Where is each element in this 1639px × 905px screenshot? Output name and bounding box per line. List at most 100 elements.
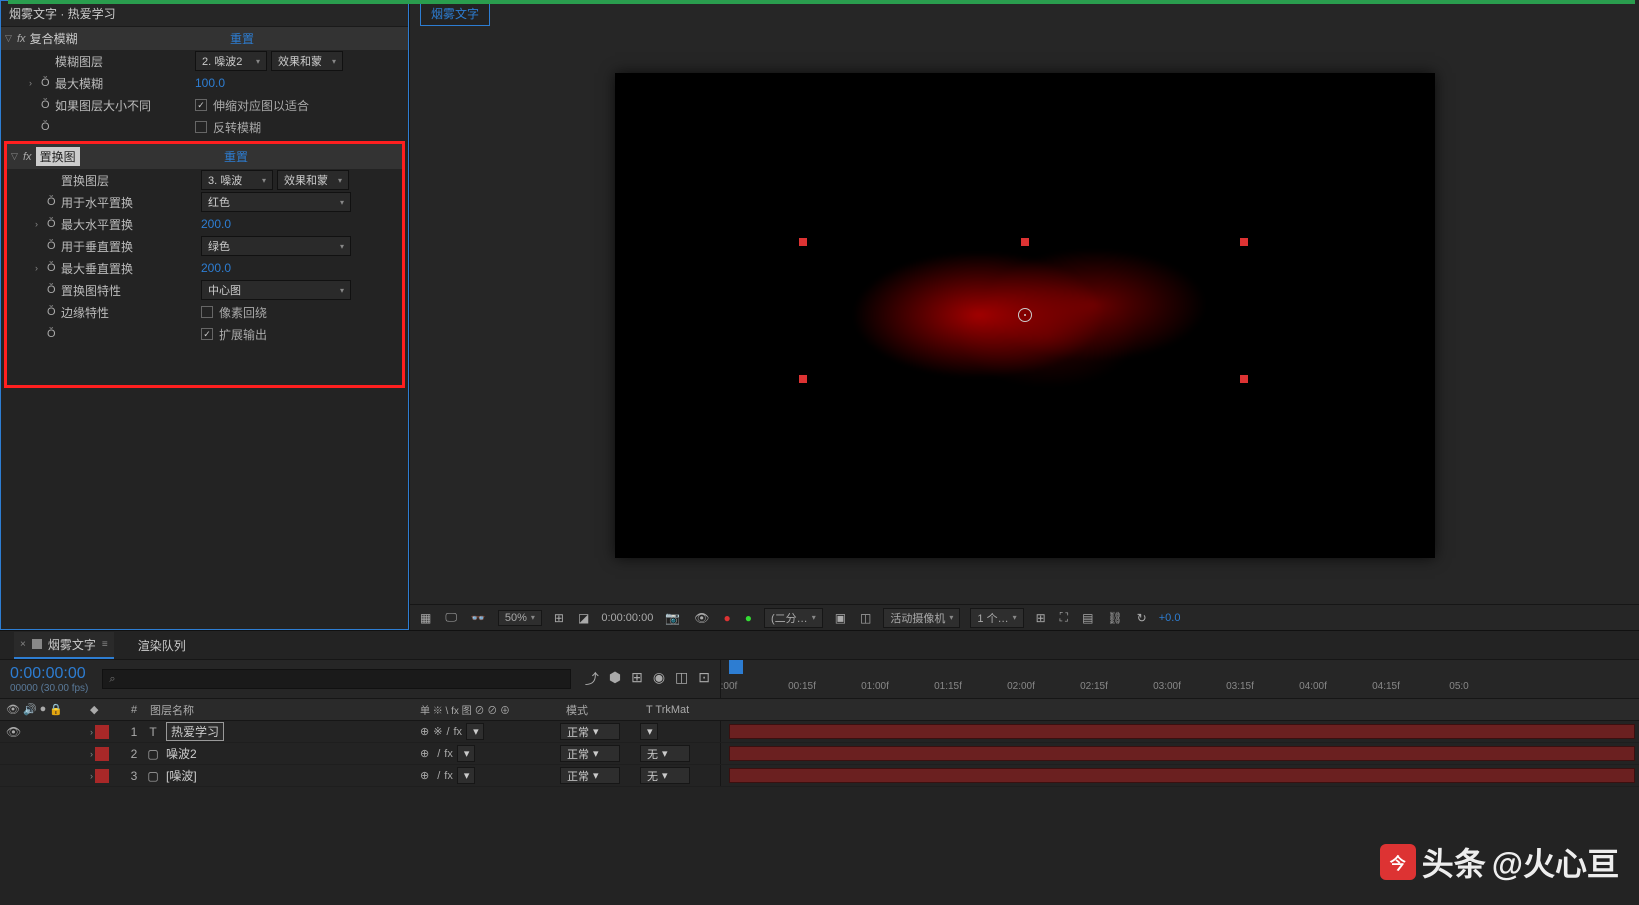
- views-dropdown[interactable]: 1 个…▾: [970, 608, 1023, 628]
- stopwatch-icon[interactable]: Ŏ: [47, 218, 61, 230]
- dropdown[interactable]: 2. 噪波2▾: [195, 51, 267, 71]
- checkbox[interactable]: ✓: [195, 99, 207, 111]
- 3d-icon[interactable]: ⬢: [609, 669, 621, 689]
- value[interactable]: 100.0: [195, 76, 225, 90]
- graph-icon[interactable]: ◫: [675, 669, 688, 689]
- reset-link[interactable]: 重置: [230, 30, 254, 47]
- dropdown[interactable]: ▾: [457, 745, 475, 762]
- zoom-dropdown[interactable]: 50%▾: [498, 610, 542, 626]
- work-area-bar[interactable]: [8, 0, 1635, 4]
- shy-icon[interactable]: ⤴: [585, 669, 599, 689]
- camera-dropdown[interactable]: 活动摄像机▾: [883, 608, 960, 628]
- stopwatch-icon[interactable]: Ŏ: [47, 262, 61, 274]
- eye-icon[interactable]: 👁: [6, 725, 20, 739]
- dropdown[interactable]: 红色▾: [201, 192, 351, 212]
- layer-name[interactable]: 噪波2: [166, 745, 197, 762]
- snapshot-icon[interactable]: 📷: [663, 611, 682, 625]
- safe-zone-icon[interactable]: ◪: [576, 611, 591, 625]
- mode-dropdown[interactable]: 正常▾: [560, 723, 620, 740]
- trkmat-dropdown[interactable]: 无▾: [640, 745, 690, 762]
- stopwatch-icon[interactable]: Ŏ: [47, 284, 61, 296]
- mode-dropdown[interactable]: 正常▾: [560, 767, 620, 784]
- tool-icon[interactable]: ⛶: [1058, 610, 1070, 625]
- trkmat-dropdown[interactable]: 无▾: [640, 767, 690, 784]
- dropdown[interactable]: ▾: [457, 767, 475, 784]
- exposure-value[interactable]: +0.0: [1159, 612, 1181, 624]
- layer-row[interactable]: 👁 › 1 T热爱学习 ⊕※/fx▾ 正常▾ ▾: [0, 721, 1639, 743]
- selection-handle[interactable]: [1021, 238, 1029, 246]
- show-snapshot-icon[interactable]: 👁: [692, 611, 711, 625]
- comp-tab[interactable]: 烟雾文字: [420, 1, 490, 26]
- layer-duration-bar[interactable]: [729, 724, 1635, 739]
- expand-icon[interactable]: ›: [90, 771, 93, 781]
- reset-exposure-icon[interactable]: ↻: [1135, 611, 1149, 625]
- value[interactable]: 200.0: [201, 261, 231, 275]
- color-icon[interactable]: ●: [722, 611, 733, 625]
- dropdown[interactable]: 效果和蒙▾: [271, 51, 343, 71]
- dropdown[interactable]: 效果和蒙▾: [277, 170, 349, 190]
- selection-handle[interactable]: [1240, 238, 1248, 246]
- timeline-tab[interactable]: × 烟雾文字 ≡: [14, 632, 114, 659]
- menu-icon[interactable]: ≡: [102, 639, 108, 650]
- frame-blend-icon[interactable]: ⊞: [631, 669, 643, 689]
- close-icon[interactable]: ×: [20, 639, 26, 650]
- dropdown[interactable]: 3. 噪波▾: [201, 170, 273, 190]
- draft-icon[interactable]: ⊡: [698, 669, 710, 689]
- dropdown[interactable]: ▾: [466, 723, 484, 740]
- dropdown[interactable]: 绿色▾: [201, 236, 351, 256]
- search-input[interactable]: [102, 669, 570, 689]
- transparency-icon[interactable]: ◫: [858, 611, 873, 625]
- value[interactable]: 200.0: [201, 217, 231, 231]
- stopwatch-icon[interactable]: Ŏ: [41, 121, 55, 133]
- comp-viewer[interactable]: [410, 26, 1639, 604]
- grid-icon[interactable]: ⊞: [552, 611, 566, 625]
- stopwatch-icon[interactable]: Ŏ: [47, 240, 61, 252]
- reset-link[interactable]: 重置: [224, 148, 248, 165]
- expand-icon[interactable]: ›: [90, 749, 93, 759]
- effect-header[interactable]: ▽ fx 复合模糊 重置: [1, 27, 408, 50]
- timeline-tab[interactable]: 渲染队列: [132, 633, 192, 658]
- dropdown[interactable]: ▾: [640, 723, 658, 740]
- current-time[interactable]: 0:00:00:00: [10, 665, 88, 683]
- stopwatch-icon[interactable]: Ŏ: [41, 99, 55, 111]
- stopwatch-icon[interactable]: Ŏ: [47, 328, 61, 340]
- stopwatch-icon[interactable]: Ŏ: [47, 196, 61, 208]
- dropdown[interactable]: 中心图▾: [201, 280, 351, 300]
- anchor-point-icon[interactable]: [1018, 308, 1032, 322]
- expand-icon[interactable]: ›: [90, 727, 93, 737]
- selection-handle[interactable]: [799, 238, 807, 246]
- collapse-icon[interactable]: ▽: [5, 33, 15, 44]
- checkbox[interactable]: [201, 306, 213, 318]
- mode-dropdown[interactable]: 正常▾: [560, 745, 620, 762]
- collapse-icon[interactable]: ▽: [11, 151, 21, 162]
- layer-name[interactable]: [噪波]: [166, 767, 197, 784]
- label-color[interactable]: [95, 725, 109, 739]
- region-icon[interactable]: ▣: [833, 611, 848, 625]
- label-color[interactable]: [95, 769, 109, 783]
- effect-header[interactable]: ▽ fx 置换图 重置: [7, 144, 402, 169]
- color-icon[interactable]: ●: [743, 611, 754, 625]
- selection-handle[interactable]: [799, 375, 807, 383]
- layer-row[interactable]: › 2 ▢噪波2 ⊕/fx▾ 正常▾ 无▾: [0, 743, 1639, 765]
- layer-name[interactable]: 热爱学习: [166, 722, 224, 741]
- checkbox[interactable]: ✓: [201, 328, 213, 340]
- layer-duration-bar[interactable]: [729, 746, 1635, 761]
- checkbox[interactable]: [195, 121, 207, 133]
- motion-blur-icon[interactable]: ◉: [653, 669, 665, 689]
- layer-row[interactable]: › 3 ▢[噪波] ⊕/fx▾ 正常▾ 无▾: [0, 765, 1639, 787]
- tool-icon[interactable]: ⊞: [1034, 611, 1048, 625]
- selection-handle[interactable]: [1240, 375, 1248, 383]
- stopwatch-icon[interactable]: Ŏ: [47, 306, 61, 318]
- tool-icon[interactable]: ⛓: [1105, 611, 1124, 625]
- resolution-dropdown[interactable]: (二分…▾: [764, 608, 823, 628]
- layer-duration-bar[interactable]: [729, 768, 1635, 783]
- stopwatch-icon[interactable]: Ŏ: [41, 77, 55, 89]
- layer-type-icon: T: [146, 725, 160, 739]
- label-color[interactable]: [95, 747, 109, 761]
- current-time[interactable]: 0:00:00:00: [601, 612, 653, 624]
- time-ruler[interactable]: :00f00:15f01:00f01:15f02:00f02:15f03:00f…: [720, 660, 1639, 698]
- mask-icon[interactable]: 👓: [469, 611, 488, 625]
- tool-icon[interactable]: ▤: [1080, 611, 1095, 625]
- monitor-icon[interactable]: 🖵: [443, 610, 459, 625]
- channels-icon[interactable]: ▦: [418, 611, 433, 625]
